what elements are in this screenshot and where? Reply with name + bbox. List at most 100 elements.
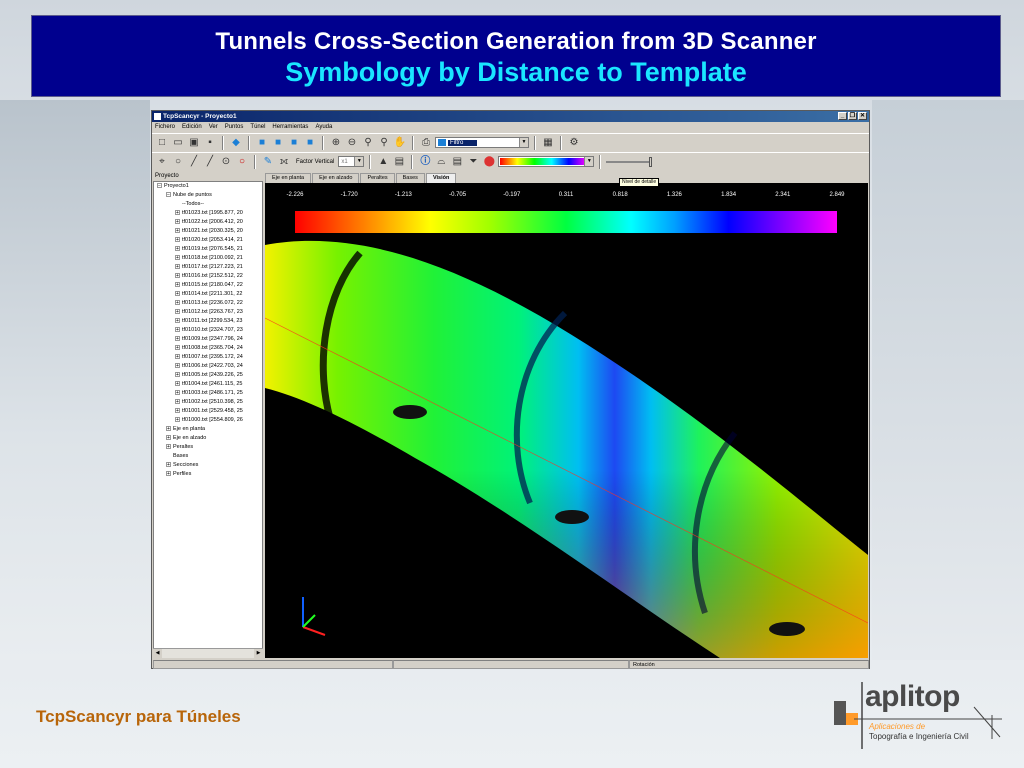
tree-item[interactable]: + tf01011.txt [2299.534, 23: [154, 317, 262, 326]
expand-icon[interactable]: +: [175, 210, 180, 216]
detail-level-slider[interactable]: [606, 156, 653, 167]
expand-icon[interactable]: +: [175, 291, 180, 297]
expand-icon[interactable]: +: [175, 300, 180, 306]
tree-item[interactable]: + tf01014.txt [2211.301, 22: [154, 290, 262, 299]
top-view-icon[interactable]: ■: [287, 136, 301, 150]
tree-item[interactable]: + tf01018.txt [2100.092, 21: [154, 254, 262, 263]
front-view-icon[interactable]: ■: [255, 136, 269, 150]
print-icon[interactable]: ⎙: [419, 136, 433, 150]
circle-icon[interactable]: ○: [171, 155, 185, 169]
maximize-button[interactable]: ❐: [848, 112, 857, 120]
settings-gear-icon[interactable]: ⚙: [567, 136, 581, 150]
tree-item[interactable]: + tf01020.txt [2053.414, 21: [154, 236, 262, 245]
expand-icon[interactable]: +: [166, 426, 171, 432]
expand-icon[interactable]: +: [166, 435, 171, 441]
tree-item[interactable]: Bases: [154, 452, 262, 461]
tree-item[interactable]: --Todos--: [154, 200, 262, 209]
tree-item[interactable]: + tf01003.txt [2486.171, 25: [154, 389, 262, 398]
tree-item[interactable]: + tf01002.txt [2510.398, 25: [154, 398, 262, 407]
scroll-left-icon[interactable]: ◀: [153, 649, 162, 658]
expand-icon[interactable]: +: [166, 444, 171, 450]
menu-tunel[interactable]: Túnel: [250, 122, 265, 132]
tree-item[interactable]: + tf01021.txt [2030.325, 20: [154, 227, 262, 236]
zoom-window-icon[interactable]: ⚲: [361, 136, 375, 150]
line-icon[interactable]: ╱: [203, 155, 217, 169]
menu-fichero[interactable]: Fichero: [155, 122, 175, 132]
tree-item[interactable]: − Proyecto1: [154, 182, 262, 191]
expand-icon[interactable]: +: [175, 228, 180, 234]
menu-puntos[interactable]: Puntos: [225, 122, 244, 132]
save-icon[interactable]: ▪: [203, 136, 217, 150]
tab-bases[interactable]: Bases: [395, 173, 425, 183]
tree-item[interactable]: + tf01015.txt [2180.047, 22: [154, 281, 262, 290]
menu-ayuda[interactable]: Ayuda: [315, 122, 332, 132]
tree-item[interactable]: + Eje en planta: [154, 425, 262, 434]
tree-item[interactable]: + tf01001.txt [2529.458, 25: [154, 407, 262, 416]
tree-item[interactable]: + tf01000.txt [2554.809, 26: [154, 416, 262, 425]
collapse-icon[interactable]: −: [157, 183, 162, 189]
filter-combo[interactable]: Filtro ▼: [435, 137, 529, 148]
crosshair-icon[interactable]: ⌖: [155, 155, 169, 169]
tree-item[interactable]: + tf01023.txt [1995.877, 20: [154, 209, 262, 218]
side-view-icon[interactable]: ■: [271, 136, 285, 150]
export-icon[interactable]: ▤: [392, 155, 406, 169]
color-palette-icon[interactable]: ⬤: [482, 155, 496, 169]
expand-icon[interactable]: +: [175, 363, 180, 369]
expand-icon[interactable]: +: [175, 408, 180, 414]
layers-icon[interactable]: ▤: [450, 155, 464, 169]
expand-icon[interactable]: +: [175, 309, 180, 315]
line-icon[interactable]: ╱: [187, 155, 201, 169]
iso-view-icon[interactable]: ■: [303, 136, 317, 150]
tunnel-shape-icon[interactable]: ⌓: [434, 155, 448, 169]
tab-peraltes[interactable]: Peraltes: [360, 173, 395, 183]
info-icon[interactable]: ⓘ: [418, 155, 432, 169]
expand-icon[interactable]: +: [166, 462, 171, 468]
tree-item[interactable]: + tf01009.txt [2347.796, 24: [154, 335, 262, 344]
tree-item[interactable]: − Nube de puntos: [154, 191, 262, 200]
tree-item[interactable]: + tf01006.txt [2422.703, 24: [154, 362, 262, 371]
minimize-button[interactable]: _: [838, 112, 847, 120]
expand-icon[interactable]: +: [175, 399, 180, 405]
tab-vision[interactable]: Visión: [425, 173, 457, 183]
zoom-in-icon[interactable]: ⊕: [329, 136, 343, 150]
tree-item[interactable]: + tf01008.txt [2365.704, 24: [154, 344, 262, 353]
expand-icon[interactable]: +: [175, 336, 180, 342]
expand-icon[interactable]: +: [175, 390, 180, 396]
expand-icon[interactable]: +: [175, 282, 180, 288]
menu-edicion[interactable]: Edición: [182, 122, 202, 132]
expand-icon[interactable]: +: [175, 318, 180, 324]
expand-icon[interactable]: +: [175, 273, 180, 279]
tree-item[interactable]: + Peraltes: [154, 443, 262, 452]
expand-icon[interactable]: +: [175, 219, 180, 225]
expand-icon[interactable]: +: [175, 354, 180, 360]
3d-viewport[interactable]: -2.226 -1.720 -1.213 -0.705 -0.197 0.311 0.818…: [265, 183, 868, 658]
tree-item[interactable]: + tf01007.txt [2395.172, 24: [154, 353, 262, 362]
tree-item[interactable]: + tf01022.txt [2006.412, 20: [154, 218, 262, 227]
import-icon[interactable]: ▣: [187, 136, 201, 150]
color-ramp-combo[interactable]: ▼: [498, 156, 595, 167]
expand-icon[interactable]: +: [175, 327, 180, 333]
tree-item[interactable]: + Eje en alzado: [154, 434, 262, 443]
collapse-icon[interactable]: −: [166, 192, 171, 198]
tree-item[interactable]: + tf01019.txt [2076.545, 21: [154, 245, 262, 254]
tree-item[interactable]: + Perfiles: [154, 470, 262, 479]
window-titlebar[interactable]: TcpScancyr - Proyecto1 _ ❐ ✕: [152, 111, 869, 122]
zoom-extents-icon[interactable]: ⚲: [377, 136, 391, 150]
grid-icon[interactable]: ▦: [541, 136, 555, 150]
expand-icon[interactable]: +: [166, 471, 171, 477]
expand-icon[interactable]: +: [175, 255, 180, 261]
cube-view-icon[interactable]: ◆: [229, 136, 243, 150]
expand-icon[interactable]: +: [175, 345, 180, 351]
tab-eje-en-planta[interactable]: Eje en planta: [265, 173, 312, 183]
slider-thumb[interactable]: [649, 156, 653, 167]
tree-item[interactable]: + tf01013.txt [2236.072, 22: [154, 299, 262, 308]
filter-icon[interactable]: ⏷: [466, 155, 480, 169]
tree-item[interactable]: + tf01016.txt [2152.512, 22: [154, 272, 262, 281]
menu-ver[interactable]: Ver: [209, 122, 218, 132]
tree-item[interactable]: + tf01010.txt [2324.707, 23: [154, 326, 262, 335]
pencil-icon[interactable]: ✎: [261, 155, 275, 169]
zoom-out-icon[interactable]: ⊖: [345, 136, 359, 150]
circle-red-icon[interactable]: ○: [235, 155, 249, 169]
factor-vertical-combo[interactable]: x1 ▼: [338, 156, 365, 167]
expand-icon[interactable]: +: [175, 237, 180, 243]
